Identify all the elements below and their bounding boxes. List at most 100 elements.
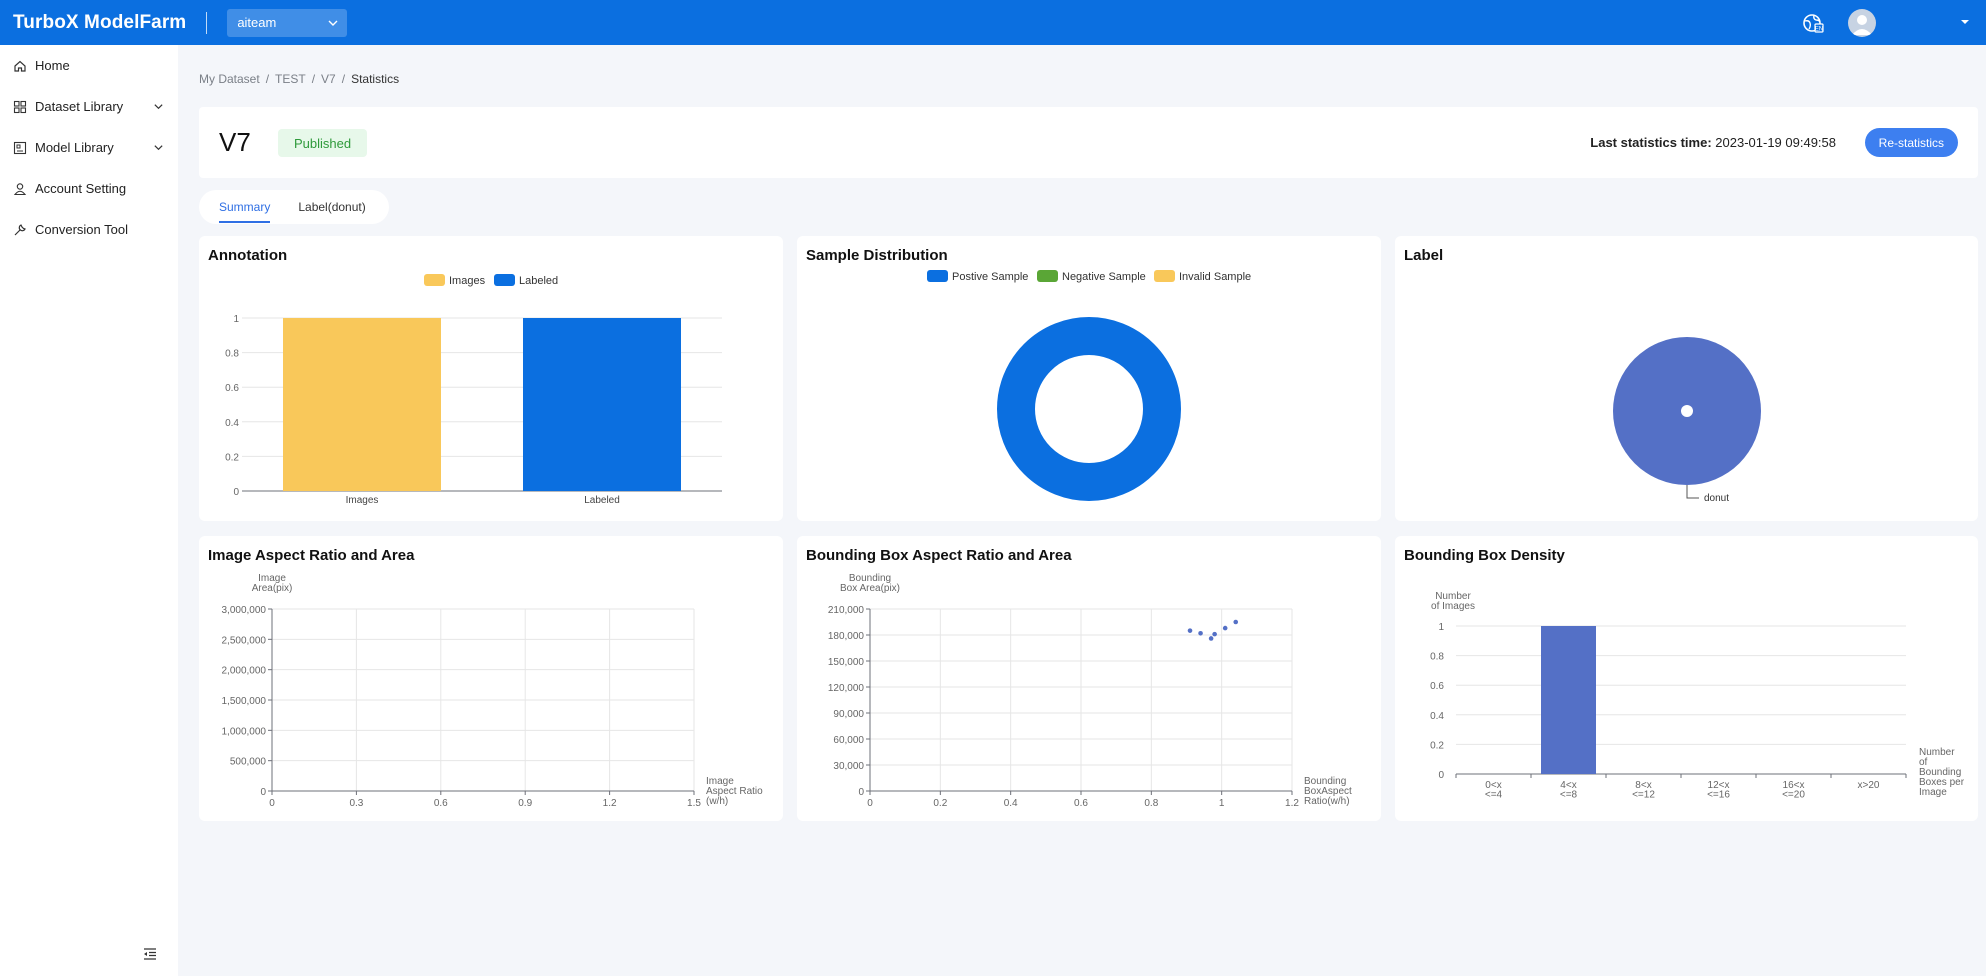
user-avatar-icon <box>1852 15 1872 35</box>
y-tick-label: 150,000 <box>828 657 865 668</box>
last-statistics-label: Last statistics time: <box>1590 135 1712 150</box>
top-bar: TurboX ModelFarm aiteam EN <box>0 0 1986 45</box>
breadcrumb-my-dataset[interactable]: My Dataset <box>199 72 260 86</box>
collapse-menu-icon[interactable] <box>142 946 158 962</box>
sidebar-item-account-setting[interactable]: Account Setting <box>0 168 178 209</box>
sidebar-item-home[interactable]: Home <box>0 45 178 86</box>
scatter-point <box>1198 630 1203 636</box>
user-icon <box>13 182 27 195</box>
tab-summary[interactable]: Summary <box>219 190 271 224</box>
annotation-chart: Images Labeled 0 0.2 0.4 0.6 0.8 1 Images Labeled <box>225 274 722 506</box>
y-tick-label: 0.8 <box>225 349 239 360</box>
app-title: TurboX ModelFarm <box>13 11 187 33</box>
image-aspect-ratio-card: Image Aspect Ratio and Area 0 0.3 0.6 0.9 1.… <box>199 536 783 821</box>
legend-label: Negative Sample <box>1062 271 1146 283</box>
annotation-card: Annotation Images Labeled 0 0.2 0.4 0.6 0.8 1 Im… <box>199 236 783 521</box>
version-header: V7 Published Last statistics time: 2023-… <box>199 107 1978 178</box>
bbox-density-chart: 00.20.40.60.810<x<=44<x<=88<x<=1212<x<=1… <box>1430 591 1965 801</box>
breadcrumb-v7[interactable]: V7 <box>321 72 336 86</box>
x-tick-label: 0.6 <box>1074 798 1088 809</box>
sidebar-item-model-library[interactable]: Model Library <box>0 127 178 168</box>
sidebar-item-label: Home <box>35 58 70 73</box>
re-statistics-button[interactable]: Re-statistics <box>1864 128 1958 157</box>
caret-down-icon[interactable] <box>1959 16 1971 28</box>
x-tick-label: 1.2 <box>1285 798 1299 809</box>
chevron-down-icon <box>154 145 163 151</box>
x-tick-label: x>20 <box>1858 780 1880 791</box>
bbox-aspect-ratio-card: Bounding Box Aspect Ratio and Area 0 0.2 0… <box>797 536 1381 821</box>
y-tick-label: 500,000 <box>230 757 267 768</box>
pie-label: donut <box>1704 493 1729 504</box>
avatar[interactable] <box>1848 9 1876 37</box>
x-tick-label: Labeled <box>584 495 620 506</box>
y-tick-label: 0.6 <box>225 383 239 394</box>
sidebar-item-dataset-library[interactable]: Dataset Library <box>0 86 178 127</box>
page-title: V7 <box>219 127 251 157</box>
chevron-down-icon <box>154 104 163 110</box>
sample-distribution-card: Sample Distribution Postive Sample Negati… <box>797 236 1381 521</box>
x-tick-label: 0.3 <box>349 798 363 809</box>
bbox-aspect-ratio-chart: 0 0.2 0.4 0.6 0.8 1 1.2 0 30,000 60,000 90,000 120,… <box>828 573 1352 809</box>
x-tick-label: Images <box>346 495 379 506</box>
x-tick-label: 1 <box>1219 798 1225 809</box>
y-tick-label: 1 <box>233 314 239 325</box>
y-axis-label: of Images <box>1431 601 1475 612</box>
last-statistics-value: 2023-01-19 09:49:58 <box>1715 135 1836 150</box>
tab-label-donut[interactable]: Label(donut) <box>298 190 365 224</box>
legend-swatch <box>927 270 948 282</box>
grid-icon <box>13 100 27 113</box>
x-tick-label: 0 <box>269 798 275 809</box>
x-tick-label: 0.9 <box>518 798 532 809</box>
y-tick-label: 1 <box>1438 622 1444 633</box>
model-icon <box>13 141 27 154</box>
chevron-down-icon <box>328 20 338 26</box>
brand-divider <box>206 11 208 34</box>
team-select[interactable]: aiteam <box>227 8 348 37</box>
bbox-density-card: Bounding Box Density 0 0.2 0.4 0.6 0.8 1 0<x <=… <box>1395 536 1978 821</box>
x-axis-label: (w/h) <box>706 796 728 807</box>
y-tick-label: 2,000,000 <box>222 666 267 677</box>
x-tick-label: 1.2 <box>603 798 617 809</box>
y-axis-label: Box Area(pix) <box>840 583 900 594</box>
x-axis-label: Ratio(w/h) <box>1304 796 1350 807</box>
legend-swatch <box>424 274 445 286</box>
y-tick-label: 3,000,000 <box>222 605 267 616</box>
y-tick-label: 0 <box>858 787 864 798</box>
legend-swatch <box>494 274 515 286</box>
y-tick-label: 0 <box>1438 770 1444 781</box>
sample-distribution-chart: Postive Sample Negative Sample Invalid Sam… <box>927 270 1251 501</box>
home-icon <box>14 60 26 72</box>
team-select-value: aiteam <box>237 15 277 30</box>
y-tick-label: 0.6 <box>1430 681 1444 692</box>
y-tick-label: 0.4 <box>1430 711 1444 722</box>
legend-label: Postive Sample <box>952 271 1028 283</box>
language-icon[interactable]: EN <box>1801 11 1825 35</box>
status-badge: Published <box>278 129 368 157</box>
y-tick-label: 60,000 <box>833 735 864 746</box>
y-tick-label: 180,000 <box>828 631 865 642</box>
x-tick-label: <=8 <box>1560 790 1578 801</box>
y-axis-label: Area(pix) <box>252 583 293 594</box>
breadcrumb-statistics: Statistics <box>351 72 400 86</box>
x-axis-label: Image <box>1919 787 1947 798</box>
sidebar-item-label: Conversion Tool <box>35 222 128 237</box>
scatter-point <box>1222 625 1228 631</box>
scatter-point <box>1187 628 1193 633</box>
breadcrumb-separator: / <box>311 72 316 86</box>
last-statistics-time: Last statistics time: 2023-01-19 09:49:5… <box>1590 135 1836 150</box>
breadcrumb-separator: / <box>341 72 346 86</box>
y-tick-label: 1,500,000 <box>222 696 267 707</box>
y-tick-label: 0.2 <box>1430 740 1444 751</box>
x-tick-label: 0.2 <box>933 798 947 809</box>
wrench-icon <box>14 223 26 235</box>
svg-text:EN: EN <box>1815 27 1823 33</box>
breadcrumb-test[interactable]: TEST <box>275 72 306 86</box>
label-card: Label donut <box>1395 236 1978 521</box>
y-tick-label: 120,000 <box>828 683 865 694</box>
scatter-point <box>1233 619 1239 625</box>
y-tick-label: 2,500,000 <box>222 635 267 646</box>
sidebar-item-conversion-tool[interactable]: Conversion Tool <box>0 209 178 250</box>
breadcrumb-separator: / <box>265 72 270 86</box>
y-tick-label: 0.2 <box>225 452 239 463</box>
legend-swatch <box>1037 270 1058 282</box>
